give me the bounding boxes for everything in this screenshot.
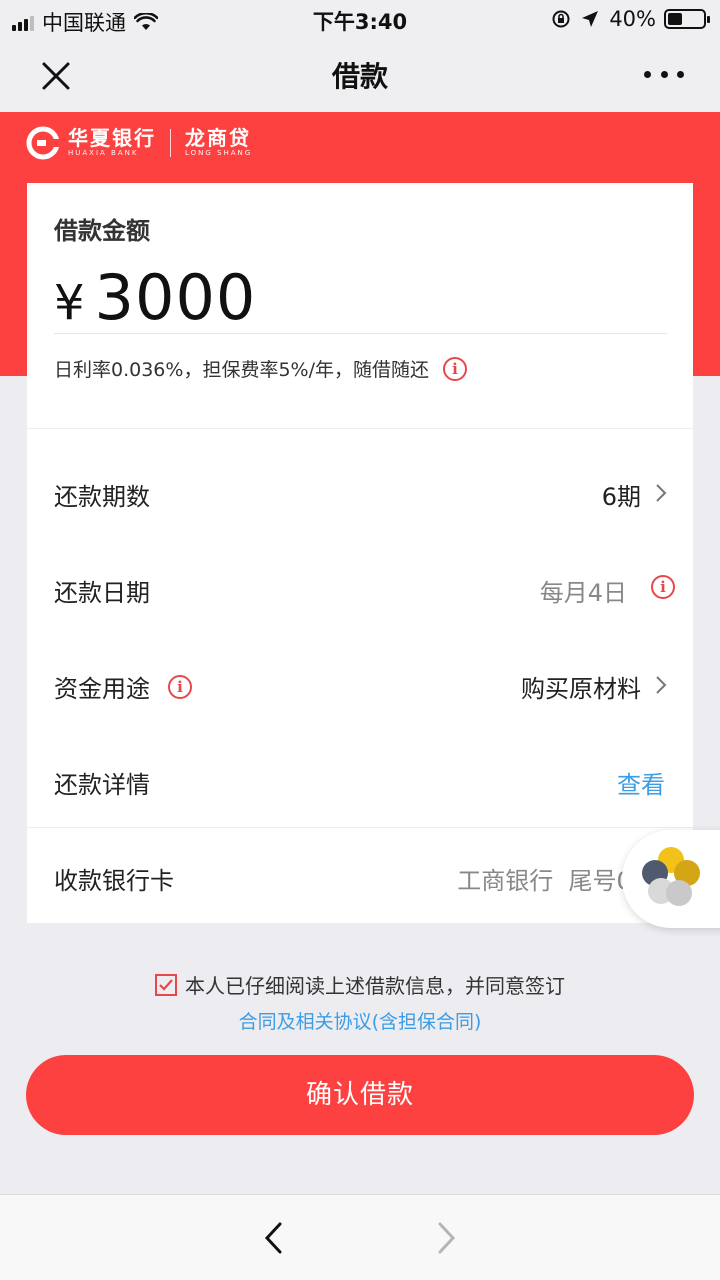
amount-value: 3000 — [94, 261, 257, 334]
forward-icon[interactable] — [428, 1219, 464, 1257]
battery-percent: 40% — [609, 7, 656, 31]
repayment-date-info-icon[interactable]: i — [651, 575, 675, 599]
agreement-line: 本人已仔细阅读上述借款信息，并同意签订 — [155, 970, 565, 999]
receiving-card-row[interactable]: 收款银行卡 工商银行 尾号03 — [27, 829, 693, 925]
divider — [27, 428, 693, 429]
contract-link[interactable]: 合同及相关协议(含担保合同) — [0, 1007, 720, 1034]
bank-name-block: 华夏银行 HUAXIA BANK — [68, 128, 156, 158]
agreement-checkbox[interactable] — [155, 973, 177, 996]
carrier-label: 中国联通 — [42, 11, 126, 35]
assistant-dot-icon — [666, 880, 692, 906]
row-label-group: 资金用途 i — [54, 669, 192, 704]
chevron-right-icon — [656, 676, 667, 694]
loan-purpose-row[interactable]: 资金用途 i 购买原材料 — [27, 637, 693, 733]
row-label: 资金用途 — [54, 675, 150, 703]
back-icon[interactable] — [256, 1219, 292, 1257]
location-icon — [582, 11, 599, 27]
rate-text: 日利率0.036%，担保费率5%/年，随借随还 — [54, 359, 429, 381]
rate-info: 日利率0.036%，担保费率5%/年，随借随还 i — [54, 355, 467, 382]
row-label: 还款详情 — [54, 771, 150, 799]
loan-purpose-info-icon[interactable]: i — [168, 674, 192, 699]
repayment-date-row: 还款日期 每月4日 i — [27, 541, 693, 637]
brand-divider — [170, 129, 171, 157]
rate-info-icon[interactable]: i — [443, 356, 467, 381]
divider — [27, 827, 693, 828]
more-icon[interactable] — [644, 62, 684, 86]
currency-symbol: ¥ — [54, 275, 85, 331]
wifi-icon — [134, 13, 158, 30]
floating-assistant-button[interactable] — [622, 830, 720, 928]
repayment-details-row: 还款详情 查看 — [27, 733, 693, 829]
row-label: 还款期数 — [54, 483, 150, 511]
row-label: 还款日期 — [54, 579, 150, 607]
battery-icon — [664, 9, 710, 29]
product-name-block: 龙商贷 LONG SHANG — [185, 128, 252, 158]
nav-bar: 借款 — [0, 40, 720, 112]
row-value: 购买原材料 — [521, 675, 641, 703]
bank-name: 华夏银行 — [68, 126, 156, 150]
orientation-lock-icon — [552, 10, 570, 28]
row-value: 每月4日 — [539, 579, 627, 607]
row-label: 收款银行卡 — [54, 867, 174, 895]
brand-logo-group: 华夏银行 HUAXIA BANK 龙商贷 LONG SHANG — [26, 126, 252, 160]
amount-underline — [54, 333, 667, 334]
status-bar: 中国联通 下午3:40 40% — [0, 0, 720, 40]
bank-name-en: HUAXIA BANK — [68, 149, 139, 157]
product-name: 龙商贷 — [185, 126, 251, 150]
signal-icon — [12, 13, 36, 31]
status-left: 中国联通 — [12, 7, 158, 37]
bottom-nav-bar — [0, 1194, 720, 1280]
status-right: 40% — [551, 7, 710, 31]
row-value: 工商银行 尾号03 — [457, 867, 647, 895]
amount-label: 借款金额 — [54, 217, 150, 245]
agreement-text: 本人已仔细阅读上述借款信息，并同意签订 — [185, 974, 565, 998]
product-name-en: LONG SHANG — [185, 149, 253, 157]
page-title: 借款 — [331, 60, 388, 93]
loan-card: 借款金额 ¥ 3000 日利率0.036%，担保费率5%/年，随借随还 i 还款… — [27, 183, 693, 923]
close-icon[interactable] — [34, 54, 78, 98]
confirm-loan-button[interactable]: 确认借款 — [26, 1055, 694, 1135]
view-details-link[interactable]: 查看 — [617, 765, 665, 800]
row-value: 6期 — [601, 483, 641, 511]
agreement: 本人已仔细阅读上述借款信息，并同意签订 合同及相关协议(含担保合同) — [0, 970, 720, 1034]
huaxia-bank-logo-icon — [26, 126, 60, 160]
check-icon — [159, 978, 173, 991]
amount-input[interactable]: ¥ 3000 — [54, 261, 256, 334]
chevron-right-icon — [656, 484, 667, 502]
repayment-periods-row[interactable]: 还款期数 6期 — [27, 445, 693, 541]
